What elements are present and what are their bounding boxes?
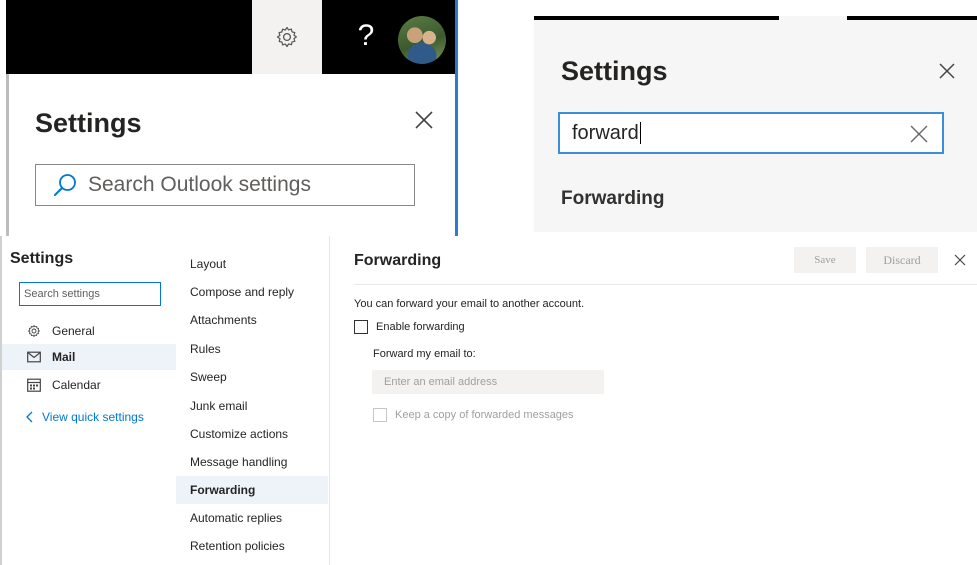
checkbox-box[interactable] <box>354 320 368 334</box>
sidebar-item-calendar[interactable]: Calendar <box>2 372 176 398</box>
subnav-item-retention-policies[interactable]: Retention policies <box>176 532 328 560</box>
calendar-icon <box>26 377 42 393</box>
subnav-item-sweep[interactable]: Sweep <box>176 363 328 391</box>
search-value: forward <box>572 121 641 145</box>
keep-copy-checkbox[interactable]: Keep a copy of forwarded messages <box>373 408 574 422</box>
subnav-item-automatic-replies[interactable]: Automatic replies <box>176 504 328 532</box>
subnav-item-rules[interactable]: Rules <box>176 335 328 363</box>
close-icon <box>415 111 433 129</box>
top-header-bar <box>6 0 458 74</box>
view-quick-settings-link[interactable]: View quick settings <box>24 410 144 424</box>
header-strip <box>534 16 779 20</box>
sidebar-item-label: General <box>52 324 95 338</box>
search-input[interactable]: forward <box>558 112 944 154</box>
subnav-item-label: Compose and reply <box>190 285 295 299</box>
subnav-item-message-handling[interactable]: Message handling <box>176 448 328 476</box>
subnav-item-compose-and-reply[interactable]: Compose and reply <box>176 278 328 306</box>
close-button[interactable] <box>950 250 970 270</box>
sidebar-item-general[interactable]: General <box>2 318 176 344</box>
gear-icon <box>276 26 297 48</box>
subnav-item-label: Attachments <box>190 313 257 327</box>
subnav-item-customize-actions[interactable]: Customize actions <box>176 420 328 448</box>
divider <box>354 284 977 285</box>
search-result-item[interactable]: Forwarding <box>561 188 664 210</box>
help-icon: ? <box>357 19 375 52</box>
search-placeholder: Search settings <box>24 288 100 300</box>
mail-settings-subnav: Layout Compose and reply Attachments Rul… <box>176 236 330 565</box>
sidebar-item-label: Mail <box>52 350 76 364</box>
subnav-item-label: Customize actions <box>190 427 289 441</box>
subnav-item-junk-email[interactable]: Junk email <box>176 392 328 420</box>
forwarding-settings-pane: Forwarding Save Discard You can forward … <box>330 236 977 565</box>
subnav-item-label: Layout <box>190 257 227 271</box>
search-placeholder: Search Outlook settings <box>88 173 311 196</box>
close-button[interactable] <box>932 56 962 86</box>
panel-edge <box>6 74 9 236</box>
enable-forwarding-checkbox[interactable]: Enable forwarding <box>354 320 465 334</box>
search-icon <box>54 174 76 196</box>
clear-icon[interactable] <box>908 123 930 145</box>
forwarding-description: You can forward your email to another ac… <box>354 298 585 310</box>
pane-title: Forwarding <box>354 252 442 269</box>
sidebar-item-mail[interactable]: Mail <box>2 344 176 370</box>
discard-button[interactable]: Discard <box>866 247 938 273</box>
panel-edge-highlight <box>455 0 458 236</box>
close-button[interactable] <box>408 104 440 136</box>
mail-icon <box>26 349 42 365</box>
settings-snippet-outlook: ? Settings Search Outlook settings <box>0 0 462 236</box>
settings-search-snippet: Settings forward Forwarding <box>534 16 977 232</box>
subnav-item-label: Message handling <box>190 455 288 469</box>
settings-gear-button[interactable] <box>252 0 322 74</box>
subnav-item-attachments[interactable]: Attachments <box>176 306 328 334</box>
avatar[interactable] <box>398 16 446 64</box>
subnav-item-label: Automatic replies <box>190 511 283 525</box>
subnav-item-label: Rules <box>190 342 221 356</box>
subnav-item-label: Junk email <box>190 399 248 413</box>
subnav-item-label: Sweep <box>190 370 227 384</box>
checkbox-label: Keep a copy of forwarded messages <box>395 409 574 421</box>
page-title: Settings <box>561 56 668 86</box>
email-placeholder: Enter an email address <box>384 376 498 388</box>
email-field[interactable]: Enter an email address <box>372 370 604 394</box>
link-label: View quick settings <box>42 410 144 424</box>
subnav-item-forwarding[interactable]: Forwarding <box>176 476 328 504</box>
close-icon <box>939 63 955 79</box>
close-icon <box>954 254 966 266</box>
help-button[interactable]: ? <box>346 14 386 58</box>
settings-sidebar: Settings Search settings General Mail Ca… <box>0 236 176 565</box>
checkbox-box[interactable] <box>373 408 387 422</box>
chevron-left-icon <box>26 411 33 423</box>
subnav-item-label: Forwarding <box>190 483 256 497</box>
gear-icon <box>26 323 42 339</box>
subnav-item-layout[interactable]: Layout <box>176 250 328 278</box>
search-input[interactable]: Search Outlook settings <box>35 164 415 206</box>
checkbox-label: Enable forwarding <box>376 321 465 333</box>
header-strip <box>847 16 977 20</box>
page-title: Settings <box>35 108 142 138</box>
subnav-item-label: Retention policies <box>190 539 285 553</box>
save-button[interactable]: Save <box>794 247 856 273</box>
forward-to-label: Forward my email to: <box>373 348 476 360</box>
settings-dialog: Settings Search settings General Mail Ca… <box>0 236 977 565</box>
sidebar-title: Settings <box>10 250 74 267</box>
search-input[interactable]: Search settings <box>19 282 161 306</box>
sidebar-item-label: Calendar <box>52 378 101 392</box>
